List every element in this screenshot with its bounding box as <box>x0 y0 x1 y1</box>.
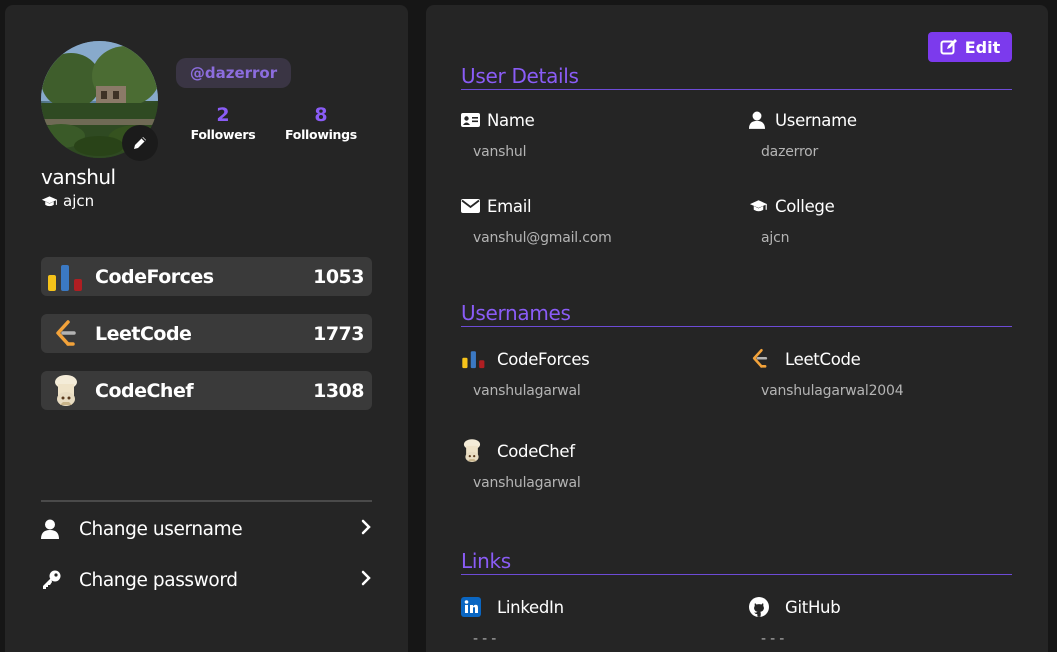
email-field: Email vanshul@gmail.com <box>461 194 721 246</box>
edit-label: Edit <box>964 37 1001 57</box>
leetcode-icon <box>749 348 775 370</box>
display-name: vanshul <box>41 165 116 189</box>
platform-row-codeforces[interactable]: CodeForces 1053 <box>41 257 372 296</box>
change-username-button[interactable]: Change username <box>41 511 372 547</box>
followers-stat[interactable]: 2 Followers <box>183 104 263 144</box>
codechef-icon <box>45 374 87 407</box>
github-icon <box>749 597 775 617</box>
username-field: Username dazerror <box>749 108 1009 160</box>
name-label: Name <box>487 110 535 130</box>
platform-row-leetcode[interactable]: LeetCode 1773 <box>41 314 372 353</box>
links-title: Links <box>461 549 1012 575</box>
codechef-value: vanshulagarwal <box>473 475 581 491</box>
change-password-label: Change password <box>79 569 238 591</box>
college-value: ajcn <box>761 230 790 246</box>
platform-name: CodeChef <box>95 379 194 402</box>
followers-count: 2 <box>216 104 230 126</box>
platform-row-codechef[interactable]: CodeChef 1308 <box>41 371 372 410</box>
key-icon <box>41 570 73 590</box>
codechef-username-field: CodeChef vanshulagarwal <box>461 439 721 491</box>
change-username-label: Change username <box>79 518 243 540</box>
linkedin-label: LinkedIn <box>497 597 564 617</box>
name-value: vanshul <box>473 144 527 160</box>
usernames-title: Usernames <box>461 301 1012 327</box>
username-value: dazerror <box>761 144 819 160</box>
name-field: Name vanshul <box>461 108 721 160</box>
platform-name: CodeForces <box>95 265 214 288</box>
email-label: Email <box>487 196 532 216</box>
codeforces-label: CodeForces <box>497 349 590 369</box>
college-line: ajcn <box>41 192 94 210</box>
followings-stat[interactable]: 8 Followings <box>281 104 361 144</box>
codeforces-username-field: CodeForces vanshulagarwal <box>461 347 721 399</box>
codeforces-value: vanshulagarwal <box>473 383 581 399</box>
codechef-label: CodeChef <box>497 441 575 461</box>
github-value: - - - <box>761 631 785 647</box>
edit-icon <box>940 39 957 55</box>
leetcode-username-field: LeetCode vanshulagarwal2004 <box>749 347 1009 399</box>
envelope-icon <box>461 199 487 213</box>
user-details-title: User Details <box>461 64 1012 90</box>
followings-label: Followings <box>285 127 357 142</box>
linkedin-value: - - - <box>473 631 497 647</box>
email-value: vanshul@gmail.com <box>473 230 612 246</box>
followings-count: 8 <box>314 104 328 126</box>
handle-badge: @dazerror <box>176 58 291 88</box>
username-label: Username <box>775 110 857 130</box>
linkedin-icon <box>461 597 487 617</box>
divider <box>41 500 372 502</box>
id-card-icon <box>461 113 487 127</box>
user-icon <box>749 111 775 129</box>
platform-rating: 1773 <box>313 322 364 345</box>
pencil-icon <box>134 137 146 149</box>
github-field: GitHub - - - <box>749 595 1009 647</box>
college-field: College ajcn <box>749 194 1009 246</box>
codeforces-icon <box>45 261 87 293</box>
followers-label: Followers <box>190 127 256 142</box>
profile-panel: @dazerror 2 Followers 8 Followings vansh… <box>5 5 408 652</box>
college-label: College <box>775 196 835 216</box>
college-text: ajcn <box>63 192 95 210</box>
leetcode-label: LeetCode <box>785 349 861 369</box>
change-password-button[interactable]: Change password <box>41 562 372 598</box>
graduation-cap-icon <box>41 195 58 206</box>
codechef-icon <box>461 438 487 464</box>
chevron-right-icon <box>360 570 372 591</box>
graduation-cap-icon <box>749 199 775 213</box>
platform-name: LeetCode <box>95 322 192 345</box>
edit-button[interactable]: Edit <box>928 32 1012 62</box>
platform-rating: 1308 <box>313 379 364 402</box>
edit-avatar-button[interactable] <box>122 125 158 161</box>
leetcode-icon <box>45 318 87 350</box>
linkedin-field: LinkedIn - - - <box>461 595 721 647</box>
chevron-right-icon <box>360 519 372 540</box>
codeforces-icon <box>461 348 487 370</box>
platform-rating: 1053 <box>313 265 364 288</box>
github-label: GitHub <box>785 597 841 617</box>
leetcode-value: vanshulagarwal2004 <box>761 383 904 399</box>
details-panel: Edit User Details Name vanshul Username … <box>426 5 1048 652</box>
user-icon <box>41 519 73 539</box>
